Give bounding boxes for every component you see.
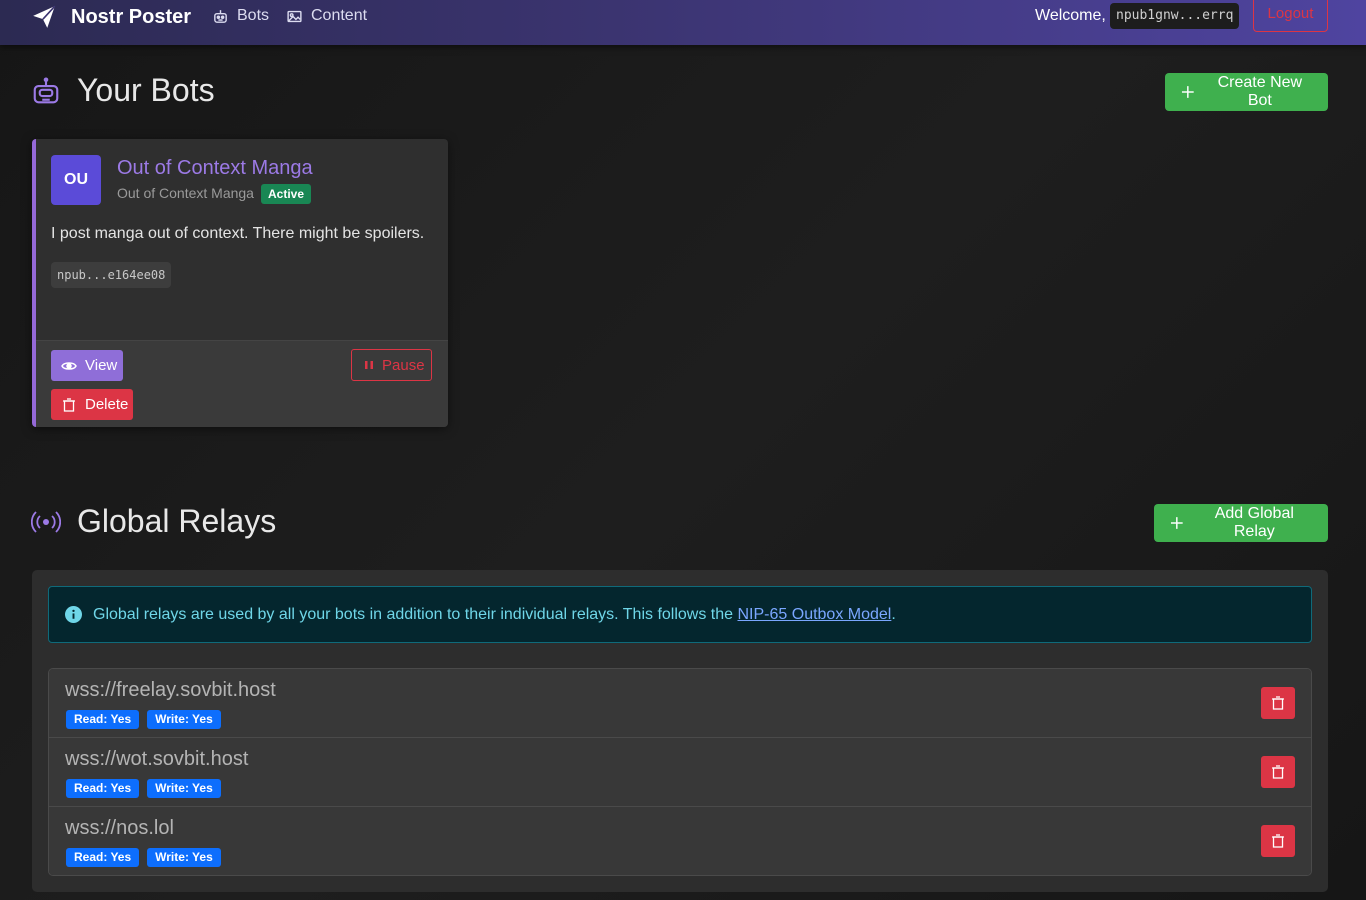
relay-item: wss://nos.lol Read: Yes Write: Yes — [49, 807, 1311, 875]
nav-link-label: Bots — [237, 7, 270, 24]
write-badge: Write: Yes — [147, 779, 221, 798]
robot-icon — [33, 76, 59, 103]
trash-icon — [1272, 765, 1284, 779]
relay-badges: Read: Yes Write: Yes — [66, 848, 221, 867]
read-badge: Read: Yes — [66, 848, 140, 867]
info-icon — [65, 606, 82, 623]
logout-button[interactable]: Logout — [1253, 0, 1328, 32]
delete-relay-button[interactable] — [1261, 687, 1295, 719]
nip65-link[interactable]: NIP-65 Outbox Model — [738, 606, 892, 623]
broadcast-icon — [31, 510, 61, 533]
pause-bot-button[interactable]: Pause — [351, 349, 432, 381]
write-badge: Write: Yes — [147, 710, 221, 729]
relays-section-header: Global Relays — [31, 503, 276, 540]
relay-url: wss://wot.sovbit.host — [65, 748, 249, 770]
status-badge: Active — [261, 184, 312, 204]
bots-section-title: Your Bots — [77, 72, 215, 108]
plus-icon — [1181, 86, 1194, 98]
relay-list: wss://freelay.sovbit.host Read: Yes Writ… — [48, 668, 1312, 876]
bot-card: OU Out of Context Manga Out of Context M… — [32, 139, 448, 427]
read-badge: Read: Yes — [66, 710, 140, 729]
delete-relay-button[interactable] — [1261, 756, 1295, 788]
trash-icon — [1272, 834, 1284, 848]
read-badge: Read: Yes — [66, 779, 140, 798]
bots-section-header: Your Bots — [31, 72, 215, 109]
relay-url: wss://freelay.sovbit.host — [65, 679, 276, 701]
create-new-bot-label: Create New Bot — [1217, 74, 1303, 109]
bot-npub: npub...e164ee08 — [51, 262, 172, 288]
relay-item: wss://wot.sovbit.host Read: Yes Write: Y… — [49, 738, 1311, 807]
navbar: Nostr Poster Bots Content Welcome, npub1… — [0, 0, 1366, 45]
add-global-relay-button[interactable]: Add Global Relay — [1154, 504, 1328, 542]
trash-icon — [1272, 696, 1284, 710]
user-npub-badge: npub1gnw...errq — [1110, 3, 1240, 29]
image-icon — [287, 10, 302, 22]
brand-link[interactable]: Nostr Poster — [31, 4, 191, 30]
bot-name-link[interactable]: Out of Context Manga — [117, 157, 313, 180]
eye-icon — [61, 361, 77, 370]
pause-bot-label: Pause — [382, 356, 425, 374]
robot-icon — [214, 9, 227, 23]
info-alert: Global relays are used by all your bots … — [48, 586, 1312, 643]
brand-title: Nostr Poster — [71, 5, 192, 28]
plus-icon — [1170, 517, 1183, 529]
bot-description: I post manga out of context. There might… — [51, 225, 425, 242]
add-global-relay-label: Add Global Relay — [1214, 505, 1294, 540]
relay-item: wss://freelay.sovbit.host Read: Yes Writ… — [49, 669, 1311, 738]
relays-panel: Global relays are used by all your bots … — [32, 570, 1328, 892]
nav-link-bots[interactable]: Bots — [212, 7, 269, 25]
delete-bot-button[interactable]: Delete — [51, 389, 133, 420]
write-badge: Write: Yes — [147, 848, 221, 867]
bot-display-name: Out of Context Manga — [117, 185, 254, 201]
relays-section-title: Global Relays — [77, 503, 277, 539]
paper-plane-icon — [33, 5, 56, 28]
view-bot-label: View — [85, 357, 118, 374]
view-bot-button[interactable]: View — [51, 350, 123, 381]
trash-icon — [63, 397, 75, 412]
relay-badges: Read: Yes Write: Yes — [66, 710, 221, 729]
pause-icon — [365, 361, 373, 369]
nav-link-content[interactable]: Content — [286, 7, 367, 25]
bot-avatar: OU — [51, 155, 101, 205]
delete-relay-button[interactable] — [1261, 825, 1295, 857]
welcome-text: Welcome, — [1035, 7, 1106, 24]
bot-card-footer: View Pause Delete — [36, 340, 448, 427]
create-new-bot-button[interactable]: Create New Bot — [1165, 73, 1328, 111]
delete-bot-label: Delete — [85, 396, 129, 413]
nav-link-label: Content — [311, 7, 368, 24]
info-text-suffix: . — [891, 605, 896, 623]
relay-badges: Read: Yes Write: Yes — [66, 779, 221, 798]
info-text-body: Global relays are used by all your bots … — [93, 605, 734, 623]
info-text: Global relays are used by all your bots … — [93, 606, 896, 624]
relay-url: wss://nos.lol — [65, 817, 174, 839]
